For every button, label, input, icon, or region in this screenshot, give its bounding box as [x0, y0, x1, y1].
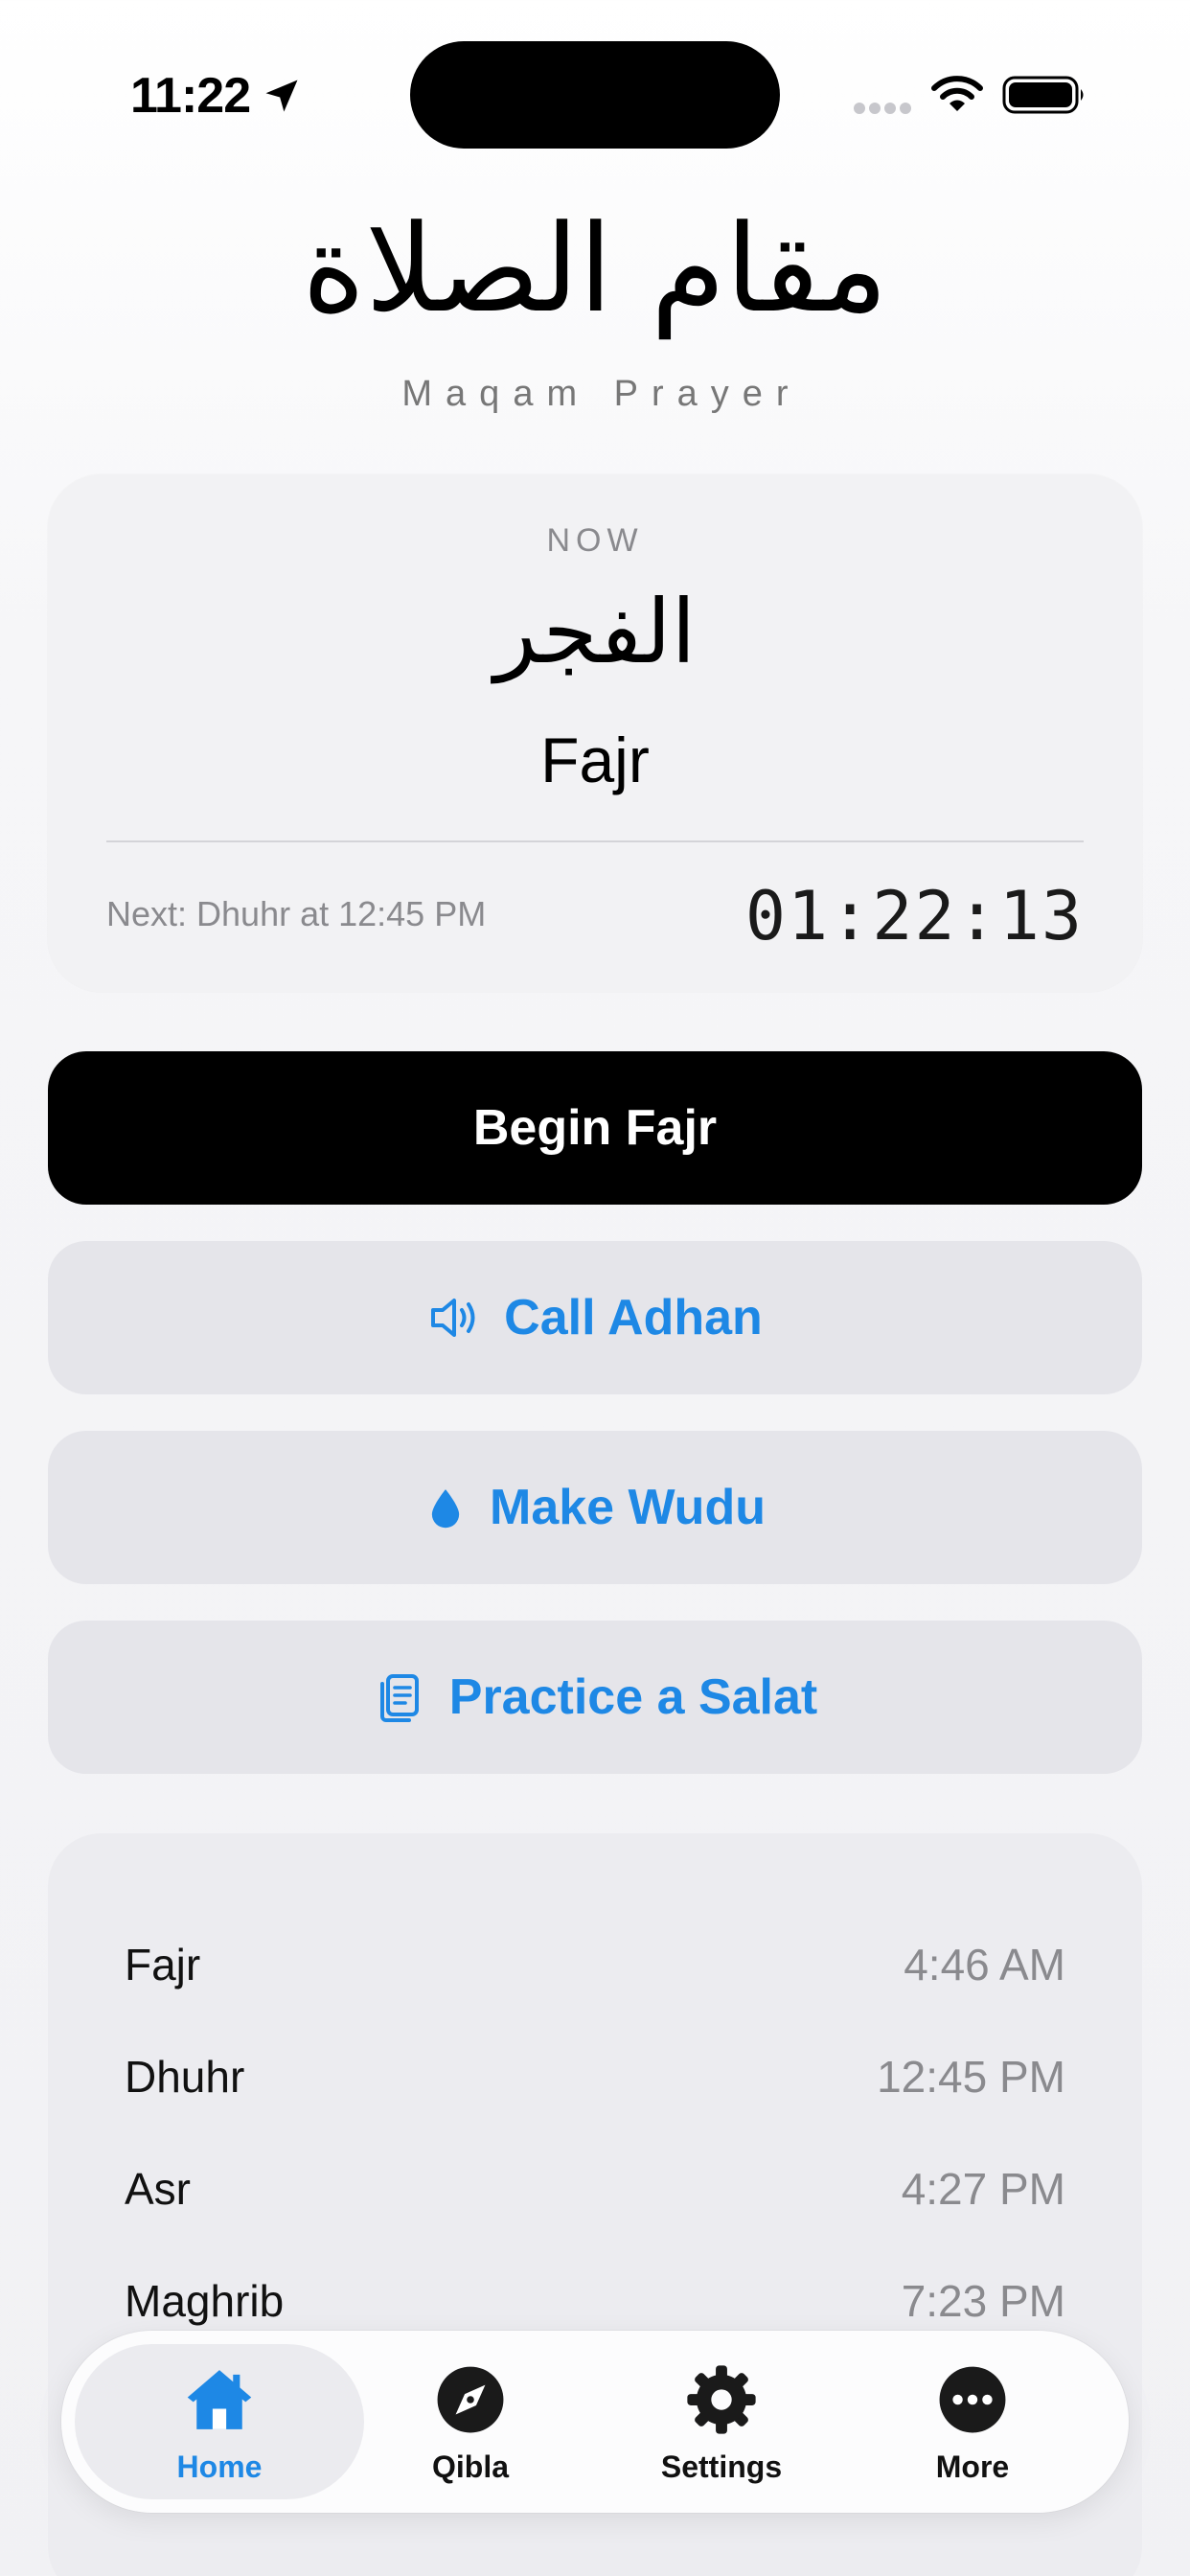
- begin-prayer-label: Begin Fajr: [472, 1100, 718, 1156]
- location-arrow-icon: [265, 80, 298, 112]
- tab-more-label: More: [935, 2450, 1010, 2484]
- compass-icon: [437, 2366, 504, 2433]
- prayer-name: Dhuhr: [125, 2052, 245, 2102]
- current-prayer-arabic: الفجر: [493, 581, 697, 683]
- book-pages-icon: [379, 1674, 419, 1722]
- prayer-time: 4:27 PM: [901, 2164, 1065, 2214]
- prayer-time-row-fajr: Fajr 4:46 AM: [125, 1926, 1065, 2003]
- call-adhan-label: Call Adhan: [504, 1290, 763, 1346]
- speaker-icon: [431, 1299, 475, 1337]
- prayer-name: Fajr: [125, 1940, 201, 1990]
- current-prayer-card: NOW الفجر Fajr Next: Dhuhr at 12:45 PM 0…: [48, 474, 1142, 992]
- cellular-signal-icon: [854, 103, 911, 114]
- tab-home-label: Home: [176, 2450, 263, 2484]
- make-wudu-button[interactable]: Make Wudu: [48, 1431, 1142, 1584]
- app-title-arabic: مقام الصلاة: [302, 198, 888, 339]
- water-drop-icon: [431, 1489, 460, 1529]
- app-title-english: Maqam Prayer: [401, 374, 802, 414]
- tab-qibla[interactable]: Qibla: [345, 2331, 596, 2513]
- practice-salat-label: Practice a Salat: [448, 1669, 818, 1725]
- gear-icon: [687, 2365, 756, 2434]
- tab-more[interactable]: More: [847, 2331, 1098, 2513]
- prayer-time: 12:45 PM: [877, 2052, 1065, 2102]
- wifi-icon: [931, 76, 983, 111]
- house-icon: [187, 2370, 252, 2429]
- current-prayer-name: Fajr: [540, 724, 650, 795]
- practice-salat-button[interactable]: Practice a Salat: [48, 1621, 1142, 1774]
- prayer-name: Maghrib: [125, 2276, 285, 2326]
- next-prayer-text: Next: Dhuhr at 12:45 PM: [106, 894, 487, 933]
- begin-prayer-button[interactable]: Begin Fajr: [48, 1051, 1142, 1205]
- call-adhan-button[interactable]: Call Adhan: [48, 1241, 1142, 1394]
- card-divider: [106, 840, 1084, 842]
- tab-qibla-label: Qibla: [431, 2450, 509, 2484]
- now-label: NOW: [546, 522, 644, 559]
- tab-bar: Home Qibla Settings More: [61, 2331, 1129, 2513]
- dynamic-island: [410, 41, 780, 149]
- battery-icon: [1002, 76, 1084, 114]
- tab-settings-label: Settings: [660, 2450, 783, 2484]
- prayer-time: 7:23 PM: [901, 2276, 1065, 2326]
- make-wudu-label: Make Wudu: [490, 1480, 766, 1535]
- prayer-time-row-dhuhr: Dhuhr 12:45 PM: [125, 2038, 1065, 2115]
- ellipsis-circle-icon: [939, 2366, 1006, 2433]
- prayer-time: 4:46 AM: [904, 1940, 1065, 1990]
- prayer-name: Asr: [125, 2164, 191, 2214]
- tab-home[interactable]: Home: [94, 2331, 345, 2513]
- tab-settings[interactable]: Settings: [596, 2331, 847, 2513]
- prayer-time-row-asr: Asr 4:27 PM: [125, 2150, 1065, 2227]
- prayer-time-row-maghrib: Maghrib 7:23 PM: [125, 2263, 1065, 2339]
- countdown-timer: 01:22:13: [744, 877, 1084, 955]
- status-time: 11:22: [130, 68, 251, 124]
